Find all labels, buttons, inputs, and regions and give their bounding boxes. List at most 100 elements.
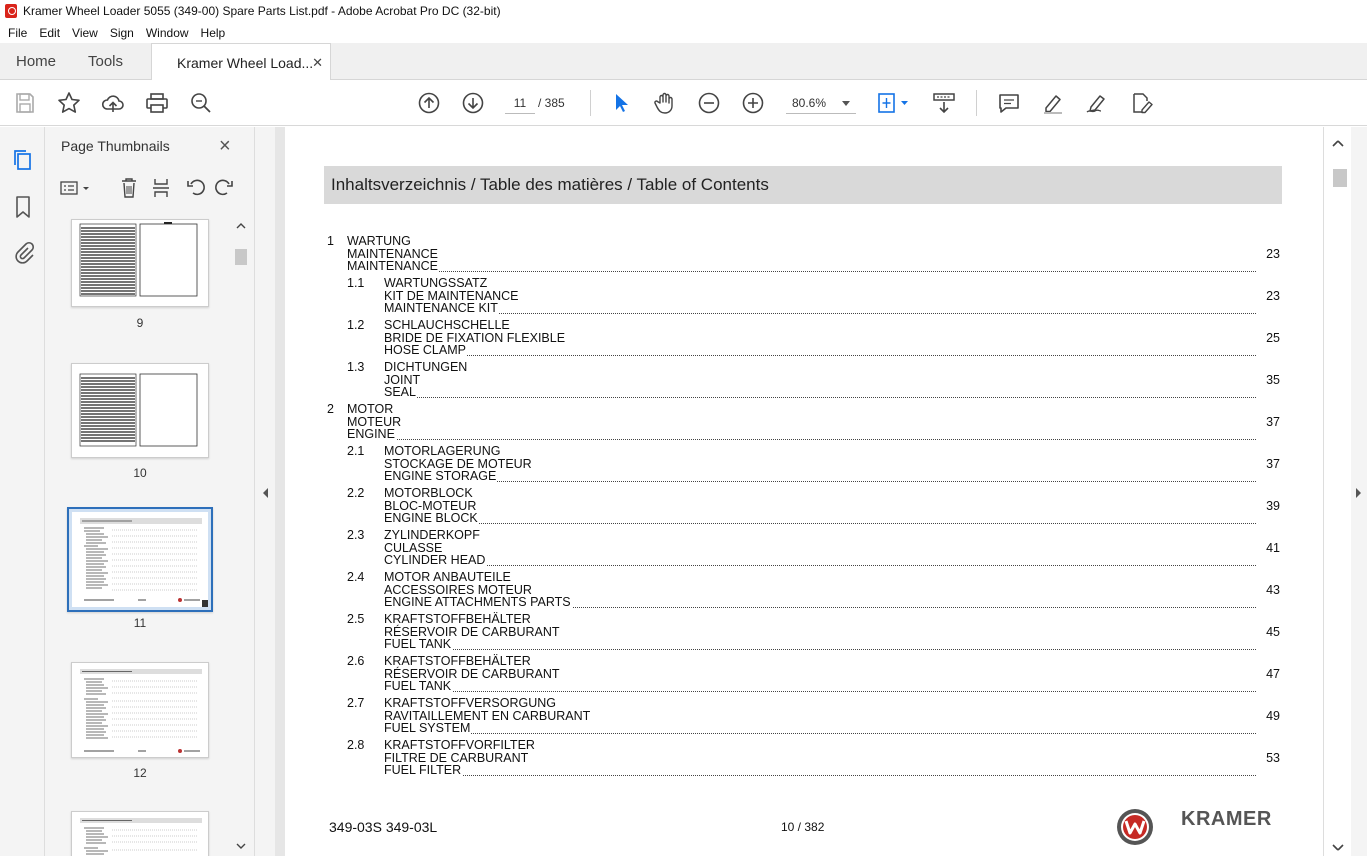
toc-entry-title: BLOC-MOTEUR — [384, 498, 478, 513]
toc-page-number: 23 — [1266, 289, 1280, 303]
scroll-mode-icon[interactable] — [932, 91, 956, 115]
select-cursor-icon[interactable] — [609, 91, 633, 115]
collapse-right-panel[interactable] — [1351, 127, 1367, 856]
extract-page-icon[interactable] — [153, 179, 169, 197]
dot-leader — [386, 397, 1256, 398]
toc-entry-number: 2.5 — [347, 612, 365, 626]
menu-view[interactable]: View — [66, 26, 104, 40]
page-thumbnail-selected[interactable] — [67, 507, 213, 612]
toolbar-divider — [976, 90, 977, 116]
toc-entry-title: KRAFTSTOFFBEHÄLTER — [384, 612, 532, 626]
toc-entry-title: ACCESSOIRES MOTEUR — [384, 582, 533, 597]
thumbnail-label: 11 — [133, 616, 147, 630]
toc-entry[interactable]: 2 MOTOR MOTEUR ENGINE 37 — [285, 403, 1285, 443]
toc-page-number: 43 — [1266, 583, 1280, 597]
zoom-search-icon[interactable] — [189, 91, 213, 115]
page-thumbnail[interactable] — [71, 219, 209, 307]
toc-entry[interactable]: 2.4 MOTOR ANBAUTEILE ACCESSOIRES MOTEUR ENG… — [285, 571, 1285, 611]
attachment-icon[interactable] — [11, 240, 35, 264]
collapse-left-panel[interactable] — [255, 127, 275, 856]
zoom-value: 80.6% — [792, 96, 827, 110]
tab-bar: Home Tools Kramer Wheel Load... ✕ — [0, 43, 1367, 81]
rotate-right-icon[interactable] — [215, 179, 233, 196]
toc-entry-title: RAVITAILLEMENT EN CARBURANT — [384, 708, 592, 723]
zoom-select[interactable]: 80.6% — [786, 92, 856, 114]
tab-document[interactable]: Kramer Wheel Load... ✕ — [151, 43, 331, 81]
toc-entry-title: MAINTENANCE KIT — [384, 301, 499, 315]
cloud-upload-icon[interactable] — [101, 91, 125, 115]
toc-page-number: 35 — [1266, 373, 1280, 387]
zoom-out-icon[interactable] — [697, 91, 721, 115]
toc-entry-title: SCHLAUCHSCHELLE — [384, 318, 511, 332]
toc-entry-title: JOINT — [384, 372, 422, 387]
footer-page-number: 10 / 382 — [781, 820, 825, 834]
toc-entry[interactable]: 1 WARTUNG MAINTENANCE MAINTENANCE 23 — [285, 235, 1285, 275]
page-thumbnail[interactable] — [71, 363, 209, 458]
brand-name: KRAMER — [1181, 808, 1272, 830]
bookmark-icon[interactable] — [11, 195, 35, 219]
toc-page-number: 41 — [1266, 541, 1280, 555]
toc-entry-title: MOTEUR — [347, 414, 403, 429]
toc-entry[interactable]: 2.8 KRAFTSTOFFVORFILTER FILTRE DE CARBURAN… — [285, 739, 1285, 779]
page-thumbnails-icon[interactable] — [11, 148, 35, 172]
edit-pdf-icon[interactable] — [1129, 91, 1153, 115]
print-icon[interactable] — [145, 91, 169, 115]
chevron-down-icon — [842, 101, 850, 106]
toc-title: Inhaltsverzeichnis / Table des matières … — [324, 166, 1282, 204]
dot-leader — [349, 439, 1256, 440]
tab-tools[interactable]: Tools — [88, 43, 123, 80]
previous-page-icon[interactable] — [417, 91, 441, 115]
sign-pen-icon[interactable] — [1085, 91, 1109, 115]
star-icon[interactable] — [57, 91, 81, 115]
zoom-in-icon[interactable] — [741, 91, 765, 115]
toc-page-number: 37 — [1266, 457, 1280, 471]
thumbnail-options-icon[interactable] — [60, 181, 89, 195]
toc-entry[interactable]: 2.1 MOTORLAGERUNG STOCKAGE DE MOTEUR ENGINE… — [285, 445, 1285, 485]
toc-entry[interactable]: 2.7 KRAFTSTOFFVERSORGUNG RAVITAILLEMENT EN… — [285, 697, 1285, 737]
toc-entry-number: 1.3 — [347, 360, 365, 374]
menu-window[interactable]: Window — [140, 26, 195, 40]
pdf-page: Inhaltsverzeichnis / Table des matières … — [285, 127, 1323, 856]
highlight-pen-icon[interactable] — [1041, 91, 1065, 115]
next-page-icon[interactable] — [461, 91, 485, 115]
fit-page-icon[interactable] — [876, 91, 912, 115]
tab-home[interactable]: Home — [16, 43, 56, 80]
thumbnail-scrollbar[interactable] — [234, 219, 248, 856]
footer-part-number: 349-03S 349-03L — [329, 819, 438, 835]
dot-leader — [386, 691, 1256, 692]
document-scrollbar[interactable] — [1323, 127, 1351, 856]
toc-entry-number: 2.2 — [347, 486, 365, 500]
menu-edit[interactable]: Edit — [33, 26, 66, 40]
toc-entry[interactable]: 2.5 KRAFTSTOFFBEHÄLTER RÉSERVOIR DE CARBUR… — [285, 613, 1285, 653]
hand-tool-icon[interactable] — [653, 91, 677, 115]
document-canvas: Inhaltsverzeichnis / Table des matières … — [275, 127, 1323, 856]
save-icon[interactable] — [13, 91, 37, 115]
dot-leader — [386, 775, 1256, 776]
dot-leader — [386, 649, 1256, 650]
toc-page-number: 39 — [1266, 499, 1280, 513]
toc-entry[interactable]: 2.6 KRAFTSTOFFBEHÄLTER RÉSERVOIR DE CARBUR… — [285, 655, 1285, 695]
toc-entry-number: 2 — [327, 402, 334, 416]
toc-page-number: 23 — [1266, 247, 1280, 261]
page-thumbnail[interactable] — [71, 811, 209, 856]
toc-entry[interactable]: 2.3 ZYLINDERKOPF CULASSE CYLINDER HEAD 41 — [285, 529, 1285, 569]
menu-help[interactable]: Help — [195, 26, 232, 40]
toc-entry[interactable]: 1.3 DICHTUNGEN JOINT SEAL 35 — [285, 361, 1285, 401]
toc-entry-number: 2.3 — [347, 528, 365, 542]
menu-sign[interactable]: Sign — [104, 26, 140, 40]
toc-entry[interactable]: 1.1 WARTUNGSSATZ KIT DE MAINTENANCE MAINTEN… — [285, 277, 1285, 317]
toc-entry-title: FUEL TANK — [384, 679, 453, 693]
close-tab-icon[interactable]: ✕ — [312, 55, 323, 71]
toc-entry[interactable]: 1.2 SCHLAUCHSCHELLE BRIDE DE FIXATION FLEX… — [285, 319, 1285, 359]
menu-file[interactable]: File — [2, 26, 33, 40]
page-thumbnail[interactable] — [71, 662, 209, 758]
rotate-left-icon[interactable] — [187, 179, 205, 196]
toc-entry-title: FUEL SYSTEM — [384, 721, 472, 735]
toolbar-divider — [590, 90, 591, 116]
delete-page-icon[interactable] — [122, 178, 136, 198]
close-panel-icon[interactable]: × — [219, 135, 231, 158]
toc-entry[interactable]: 2.2 MOTORBLOCK BLOC-MOTEUR ENGINE BLOCK 39 — [285, 487, 1285, 527]
page-number-input[interactable]: 11 — [505, 92, 535, 114]
toc-entry-number: 2.6 — [347, 654, 365, 668]
comment-icon[interactable] — [997, 91, 1021, 115]
